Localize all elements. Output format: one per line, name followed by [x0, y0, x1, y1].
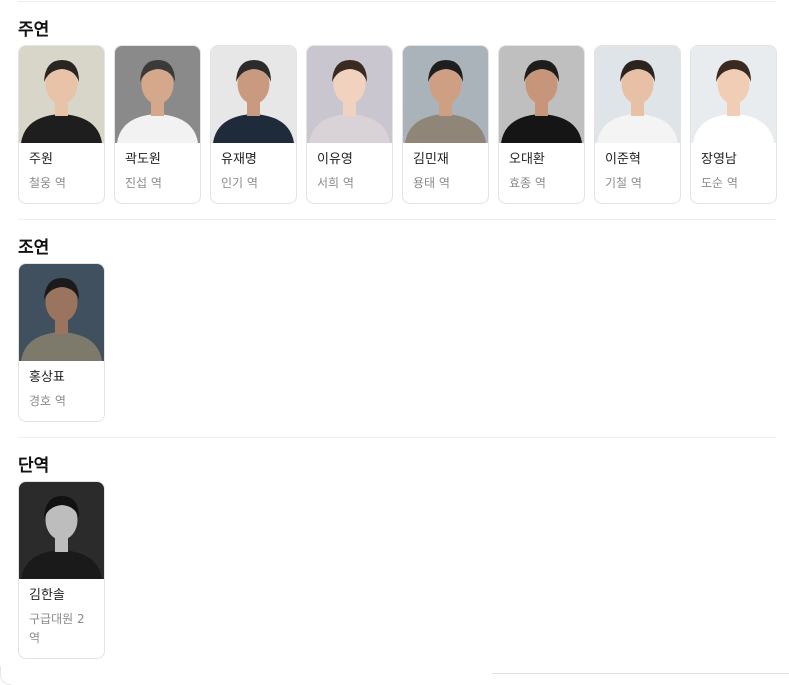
cast-info: 주원 철웅 역 [19, 143, 104, 203]
cast-info: 김민재 용태 역 [403, 143, 488, 203]
section-title-supporting-cast: 조연 [18, 238, 50, 258]
cast-photo[interactable] [19, 264, 104, 361]
cast-role: 철웅 역 [29, 176, 66, 190]
cast-name[interactable]: 주원 [29, 151, 94, 168]
cast-card[interactable]: 김민재 용태 역 [402, 45, 489, 204]
cast-list: 김한솔 구급대원 2 역 [18, 481, 778, 659]
cast-role: 진섭 역 [125, 176, 162, 190]
cast-info: 오대환 효종 역 [499, 143, 584, 203]
cast-photo[interactable] [691, 46, 776, 143]
portrait-image [211, 46, 296, 143]
cast-role: 구급대원 2 역 [29, 612, 85, 645]
cast-role: 효종 역 [509, 176, 546, 190]
cast-info: 곽도원 진섭 역 [115, 143, 200, 203]
cast-photo[interactable] [595, 46, 680, 143]
portrait-image [19, 264, 104, 361]
cast-info: 홍상표 경호 역 [19, 361, 104, 421]
section-supporting-cast: 조연 홍상표 경호 역 [18, 237, 778, 422]
cast-role: 용태 역 [413, 176, 450, 190]
cast-info: 장영남 도순 역 [691, 143, 776, 203]
section-minor-role: 단역 김한솔 구급대원 2 역 [18, 455, 778, 659]
cast-info: 유재명 인기 역 [211, 143, 296, 203]
portrait-image [403, 46, 488, 143]
cast-card[interactable]: 이준혁 기철 역 [594, 45, 681, 204]
section-divider [18, 219, 776, 220]
cast-list: 주원 철웅 역 곽도원 진섭 역 유재명 인기 역 이유영 서희 역 김민재 용… [18, 45, 778, 204]
cast-list: 홍상표 경호 역 [18, 263, 778, 422]
cast-card[interactable]: 유재명 인기 역 [210, 45, 297, 204]
cast-name[interactable]: 유재명 [221, 151, 286, 168]
cast-card[interactable]: 이유영 서희 역 [306, 45, 393, 204]
cast-photo[interactable] [307, 46, 392, 143]
cast-info: 김한솔 구급대원 2 역 [19, 579, 104, 658]
cast-card[interactable]: 곽도원 진섭 역 [114, 45, 201, 204]
portrait-image [19, 46, 104, 143]
cast-card[interactable]: 장영남 도순 역 [690, 45, 777, 204]
cast-role: 서희 역 [317, 176, 354, 190]
section-divider [18, 437, 776, 438]
cast-card[interactable]: 홍상표 경호 역 [18, 263, 105, 422]
cast-photo[interactable] [19, 482, 104, 579]
section-title-minor-role: 단역 [18, 456, 50, 476]
panel-edge [492, 673, 789, 674]
cast-name[interactable]: 김한솔 [29, 587, 94, 604]
section-title-main-cast: 주연 [18, 20, 50, 40]
section-main-cast: 주연 주원 철웅 역 곽도원 진섭 역 유재명 인기 역 이유영 서희 역 김민… [18, 19, 778, 204]
cast-name[interactable]: 장영남 [701, 151, 766, 168]
cast-photo[interactable] [499, 46, 584, 143]
cast-card[interactable]: 주원 철웅 역 [18, 45, 105, 204]
cast-photo[interactable] [403, 46, 488, 143]
cast-name[interactable]: 곽도원 [125, 151, 190, 168]
portrait-image [307, 46, 392, 143]
cast-name[interactable]: 이준혁 [605, 151, 670, 168]
cast-card[interactable]: 김한솔 구급대원 2 역 [18, 481, 105, 659]
cast-role: 인기 역 [221, 176, 258, 190]
cast-name[interactable]: 오대환 [509, 151, 574, 168]
cast-role: 도순 역 [701, 176, 738, 190]
cast-photo[interactable] [19, 46, 104, 143]
portrait-image [115, 46, 200, 143]
cast-photo[interactable] [115, 46, 200, 143]
portrait-image [19, 482, 104, 579]
cast-name[interactable]: 이유영 [317, 151, 382, 168]
portrait-image [691, 46, 776, 143]
top-divider [18, 1, 776, 2]
cast-role: 기철 역 [605, 176, 642, 190]
cast-info: 이준혁 기철 역 [595, 143, 680, 203]
cast-name[interactable]: 홍상표 [29, 369, 94, 386]
cast-card[interactable]: 오대환 효종 역 [498, 45, 585, 204]
panel-corner [0, 666, 11, 685]
cast-photo[interactable] [211, 46, 296, 143]
cast-role: 경호 역 [29, 394, 66, 408]
cast-info: 이유영 서희 역 [307, 143, 392, 203]
cast-name[interactable]: 김민재 [413, 151, 478, 168]
portrait-image [595, 46, 680, 143]
portrait-image [499, 46, 584, 143]
